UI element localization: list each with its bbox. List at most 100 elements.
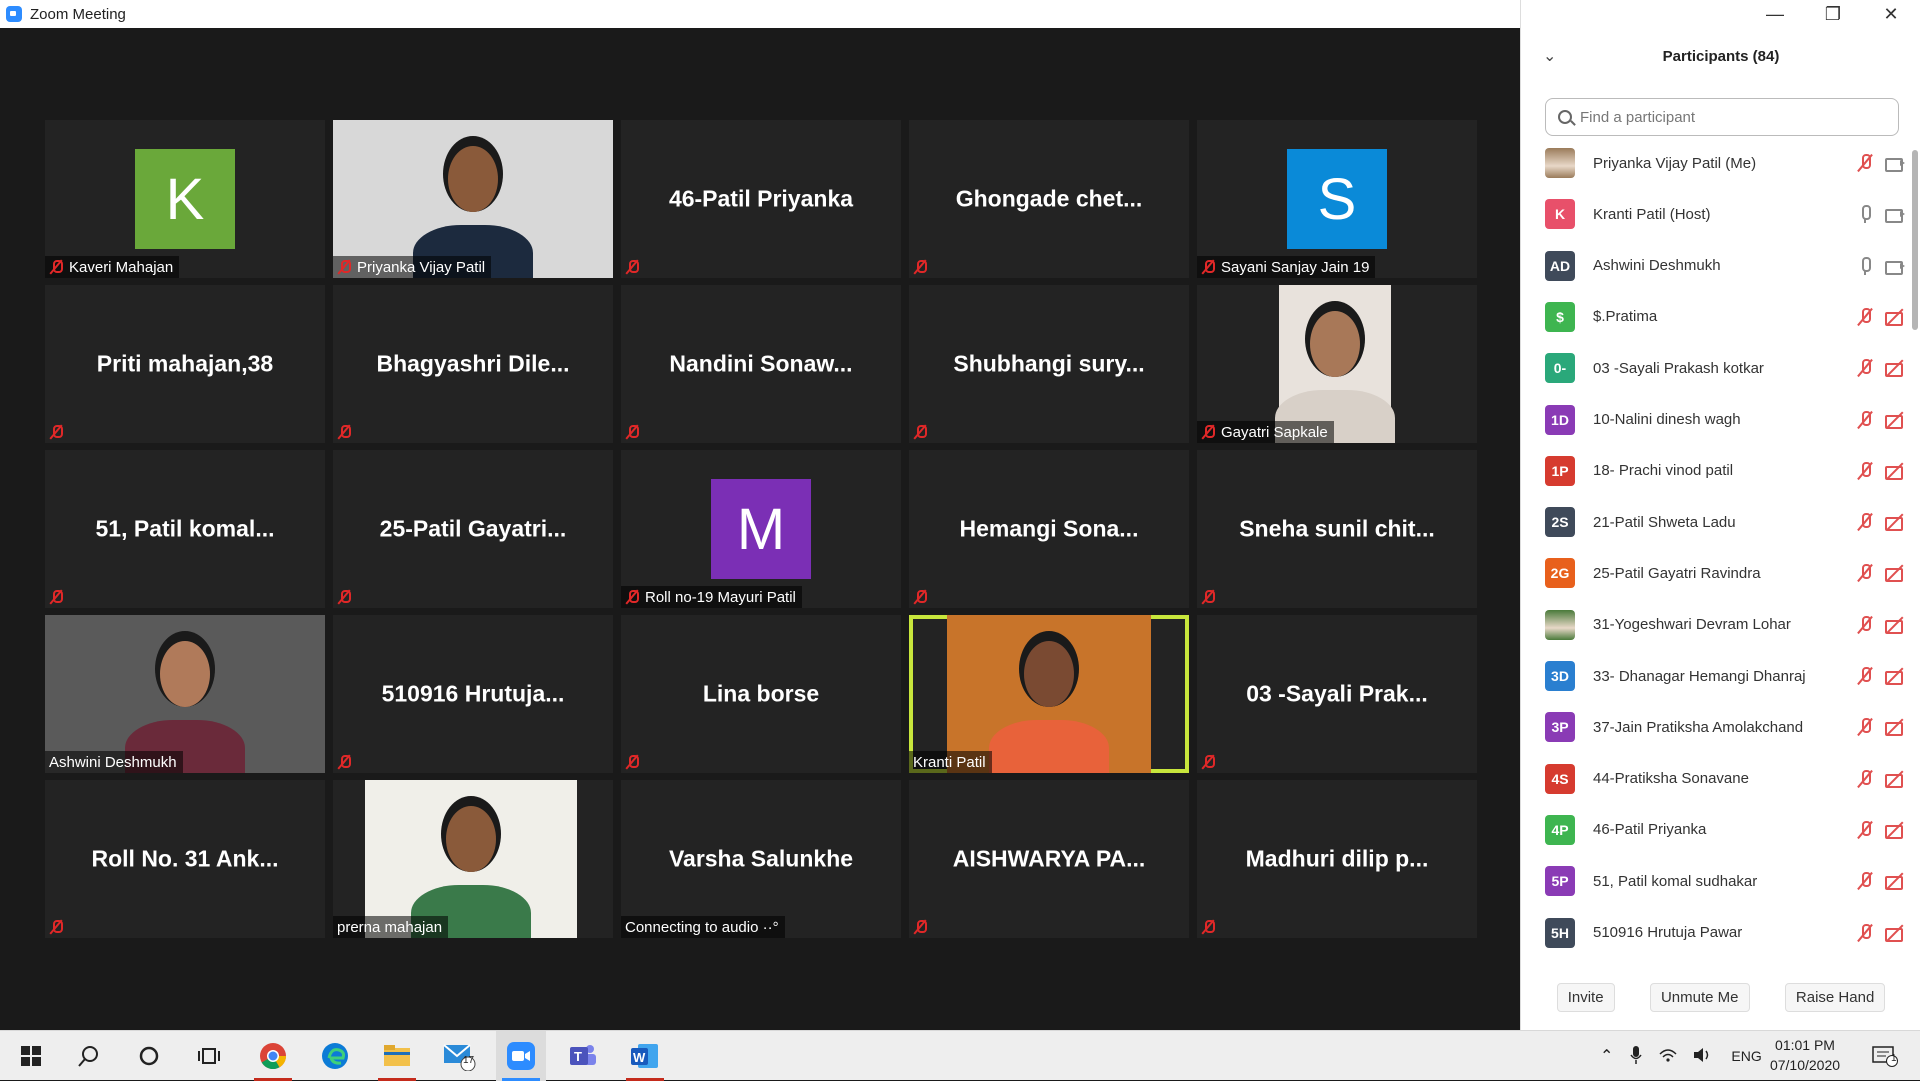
participant-row[interactable]: 31-Yogeshwari Devram Lohar [1545, 606, 1905, 644]
minimize-icon[interactable]: — [1746, 0, 1804, 28]
edge-icon[interactable] [310, 1031, 360, 1081]
windows-taskbar: 17 T W ⌃ ENG 01:01 PM 07/10/2020 1 [0, 1030, 1920, 1081]
video-tile[interactable]: AISHWARYA PA... [909, 780, 1189, 938]
participant-row[interactable]: 2S 21-Patil Shweta Ladu [1545, 503, 1905, 541]
video-tile[interactable]: Roll No. 31 Ank... [45, 780, 325, 938]
taskbar-clock[interactable]: 01:01 PM 07/10/2020 [1762, 1035, 1848, 1075]
participant-name: Sayani Sanjay Jain 19 [1221, 258, 1370, 276]
video-tile[interactable]: 03 -Sayali Prak... [1197, 615, 1477, 773]
muted-mic-icon [49, 919, 63, 935]
mail-badge: 17 [463, 1055, 475, 1066]
tile-display-name: 25-Patil Gayatri... [379, 515, 567, 542]
tile-name-label [1197, 751, 1227, 773]
video-tile[interactable]: 25-Patil Gayatri... [333, 450, 613, 608]
task-view-icon[interactable] [184, 1031, 234, 1081]
video-tile[interactable]: S Sayani Sanjay Jain 19 [1197, 120, 1477, 278]
microphone-icon[interactable] [1629, 1045, 1643, 1068]
participant-row[interactable]: 5H 510916 Hrutuja Pawar [1545, 914, 1905, 951]
search-icon [1558, 110, 1572, 124]
participant-row[interactable]: 4P 46-Patil Priyanka [1545, 811, 1905, 849]
participants-title: Participants (84) [1662, 48, 1780, 65]
tile-display-name: 03 -Sayali Prak... [1246, 680, 1428, 707]
tile-display-name: AISHWARYA PA... [952, 845, 1146, 872]
video-tile[interactable]: Priti mahajan,38 [45, 285, 325, 443]
chrome-icon[interactable] [248, 1031, 298, 1081]
microphone-muted-icon [1855, 153, 1875, 173]
camera-off-icon [1885, 410, 1905, 430]
participant-row[interactable]: Priyanka Vijay Patil (Me) [1545, 144, 1905, 182]
tile-name-label: Gayatri Sapkale [1197, 421, 1334, 443]
video-tile[interactable]: Nandini Sonaw... [621, 285, 901, 443]
tile-name-label: Sayani Sanjay Jain 19 [1197, 256, 1376, 278]
tray-chevron-up-icon[interactable]: ⌃ [1600, 1046, 1613, 1066]
video-tile[interactable]: Ashwini Deshmukh [45, 615, 325, 773]
participant-row[interactable]: 4S 44-Pratiksha Sonavane [1545, 760, 1905, 798]
volume-icon[interactable] [1693, 1047, 1711, 1066]
tile-name-label [45, 586, 75, 608]
restore-icon[interactable]: ❐ [1804, 0, 1862, 28]
video-tile[interactable]: Varsha Salunkhe Connecting to audio ··° [621, 780, 901, 938]
video-tile[interactable]: Lina borse [621, 615, 901, 773]
muted-mic-icon [49, 259, 63, 275]
participant-name: 18- Prachi vinod patil [1593, 462, 1734, 480]
wifi-icon[interactable] [1659, 1047, 1677, 1066]
participant-row[interactable]: 1D 10-Nalini dinesh wagh [1545, 401, 1905, 439]
muted-mic-icon [49, 424, 63, 440]
scrollbar-thumb[interactable] [1912, 150, 1918, 330]
participant-row[interactable]: 3D 33- Dhanagar Hemangi Dhanraj [1545, 657, 1905, 695]
participant-list: Priyanka Vijay Patil (Me) K Kranti Patil (… [1521, 144, 1913, 950]
video-tile[interactable]: 51, Patil komal... [45, 450, 325, 608]
file-explorer-icon[interactable] [372, 1031, 422, 1081]
unmute-me-button[interactable]: Unmute Me [1649, 982, 1750, 1012]
video-tile[interactable]: Bhagyashri Dile... [333, 285, 613, 443]
participant-row[interactable]: 0- 03 -Sayali Prakash kotkar [1545, 349, 1905, 387]
zoom-taskbar-icon[interactable] [496, 1031, 546, 1081]
participant-avatar: M [711, 479, 811, 579]
participant-row[interactable]: 5P 51, Patil komal sudhakar [1545, 862, 1905, 900]
tile-name-label [45, 421, 75, 443]
participant-name: Kranti Patil (Host) [1593, 205, 1711, 223]
video-tile[interactable]: Sneha sunil chit... [1197, 450, 1477, 608]
participant-row[interactable]: 2G 25-Patil Gayatri Ravindra [1545, 554, 1905, 592]
video-tile[interactable]: 510916 Hrutuja... [333, 615, 613, 773]
participant-search[interactable] [1545, 98, 1899, 136]
windows-start-icon[interactable] [6, 1031, 56, 1081]
invite-button[interactable]: Invite [1556, 982, 1615, 1012]
teams-icon[interactable]: T [558, 1031, 608, 1081]
zoom-app-icon [6, 6, 22, 22]
video-tile[interactable]: Ghongade chet... [909, 120, 1189, 278]
video-tile[interactable]: Kranti Patil [909, 615, 1189, 773]
cortana-icon[interactable] [124, 1031, 174, 1081]
participant-row[interactable]: 3P 37-Jain Pratiksha Amolakchand [1545, 708, 1905, 746]
video-tile[interactable]: Shubhangi sury... [909, 285, 1189, 443]
video-tile[interactable]: Madhuri dilip p... [1197, 780, 1477, 938]
word-icon[interactable]: W [620, 1031, 670, 1081]
video-tile[interactable]: prerna mahajan [333, 780, 613, 938]
participant-row[interactable]: 1P 18- Prachi vinod patil [1545, 452, 1905, 490]
camera-off-icon [1885, 923, 1905, 943]
tile-name-label: Ashwini Deshmukh [45, 751, 183, 773]
search-input[interactable] [1580, 108, 1880, 126]
search-icon[interactable] [64, 1031, 114, 1081]
tile-display-name: Madhuri dilip p... [1245, 845, 1429, 872]
video-tile[interactable]: Priyanka Vijay Patil [333, 120, 613, 278]
tile-name-label [333, 421, 363, 443]
language-indicator[interactable]: ENG [1731, 1048, 1761, 1064]
participant-row[interactable]: $ $.Pratima [1545, 298, 1905, 336]
raise-hand-button[interactable]: Raise Hand [1784, 982, 1886, 1012]
mail-icon[interactable]: 17 [434, 1031, 484, 1081]
tile-name-label [909, 421, 939, 443]
participant-list-scrollbar[interactable] [1911, 144, 1919, 950]
participant-row[interactable]: AD Ashwini Deshmukh [1545, 247, 1905, 285]
video-tile[interactable]: Gayatri Sapkale [1197, 285, 1477, 443]
video-tile[interactable]: K Kaveri Mahajan [45, 120, 325, 278]
video-tile[interactable]: 46-Patil Priyanka [621, 120, 901, 278]
participant-name: Gayatri Sapkale [1221, 423, 1328, 441]
close-icon[interactable]: ✕ [1862, 0, 1920, 28]
video-tile[interactable]: Hemangi Sona... [909, 450, 1189, 608]
muted-mic-icon [625, 259, 639, 275]
notifications-icon[interactable]: 1 [1860, 1031, 1910, 1081]
video-tile[interactable]: M Roll no-19 Mayuri Patil [621, 450, 901, 608]
participant-avatar [1545, 148, 1575, 178]
participant-row[interactable]: K Kranti Patil (Host) [1545, 195, 1905, 233]
